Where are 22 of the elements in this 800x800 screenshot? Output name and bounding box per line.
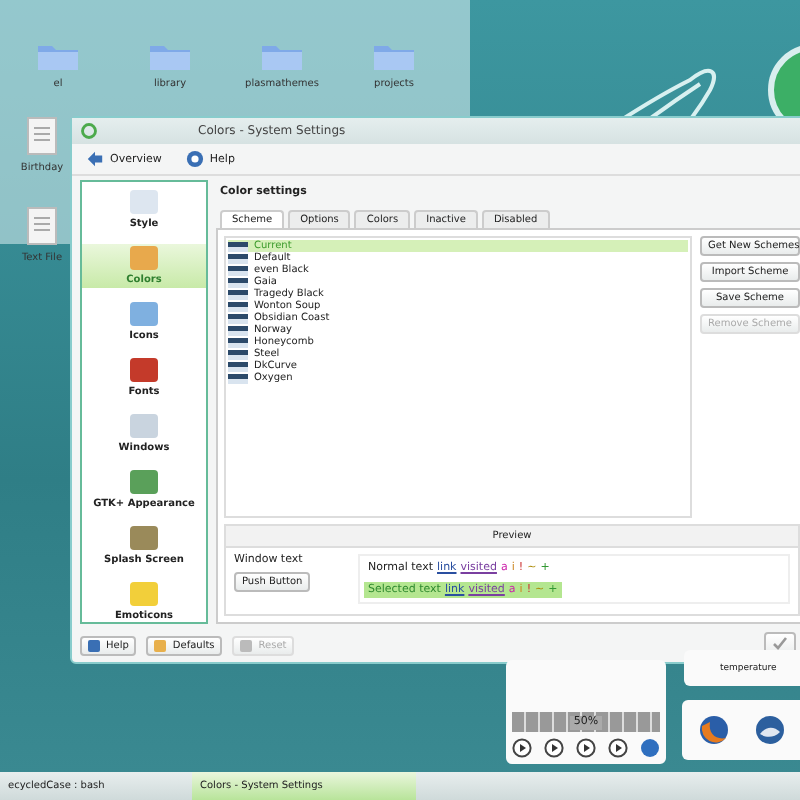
- document-icon[interactable]: [26, 116, 58, 156]
- category-icon: [130, 582, 158, 606]
- category-icon: [130, 414, 158, 438]
- button-icon: [240, 639, 253, 651]
- document-icon[interactable]: [26, 206, 58, 246]
- media-control-icon[interactable]: [576, 738, 596, 758]
- media-control-icon[interactable]: [512, 738, 532, 758]
- button-icon: [154, 639, 167, 651]
- back-arrow-icon: [86, 150, 104, 168]
- help-icon: [185, 150, 204, 168]
- category-icon: [130, 470, 158, 494]
- category-icon: [130, 302, 158, 326]
- button-icon: [88, 639, 100, 651]
- category-icon: [130, 246, 158, 270]
- category-icon: [130, 358, 158, 382]
- media-control-icon[interactable]: [544, 738, 564, 758]
- category-icon: [130, 526, 158, 550]
- check-icon: [772, 636, 788, 650]
- category-icon: [130, 190, 158, 214]
- ring-icon[interactable]: [80, 122, 98, 140]
- media-control-icon[interactable]: [608, 738, 628, 758]
- globe-icon[interactable]: [640, 738, 660, 758]
